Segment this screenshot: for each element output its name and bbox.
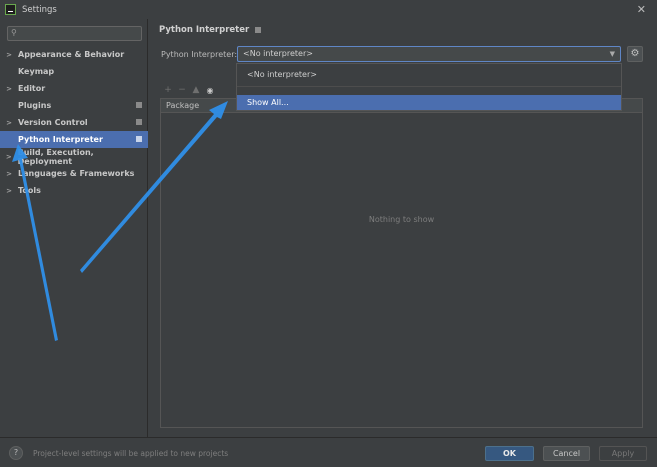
settings-sidebar: ⚲ > Appearance & Behavior Keymap > Edito… (0, 19, 148, 437)
minus-icon[interactable]: − (175, 85, 189, 95)
chevron-right-icon[interactable]: > (0, 170, 18, 178)
chevron-right-icon[interactable]: > (0, 51, 18, 59)
project-settings-icon (255, 27, 262, 33)
interpreter-settings-button[interactable]: ⚙ (627, 46, 643, 62)
sidebar-item-label: Languages & Frameworks (18, 169, 135, 178)
sidebar-item-build-execution-deployment[interactable]: > Build, Execution, Deployment (0, 147, 148, 166)
sidebar-item-keymap[interactable]: Keymap (0, 63, 148, 80)
sidebar-item-label: Keymap (18, 67, 55, 76)
interpreter-select[interactable]: <No interpreter> ▼ (237, 46, 621, 62)
chevron-right-icon[interactable]: > (0, 153, 18, 161)
sidebar-item-label: Plugins (18, 101, 52, 110)
window-title: Settings (22, 4, 57, 15)
plus-icon[interactable]: + (161, 85, 175, 95)
page-title: Python Interpreter (159, 25, 262, 35)
dropdown-option-no-interpreter[interactable]: <No interpreter> (237, 67, 621, 82)
eye-icon[interactable]: ◉ (203, 86, 217, 95)
interpreter-select-value: <No interpreter> (243, 49, 313, 58)
chevron-right-icon[interactable]: > (0, 85, 18, 93)
project-settings-icon (136, 136, 142, 142)
sidebar-item-label: Python Interpreter (18, 135, 103, 144)
settings-search-input[interactable] (22, 27, 140, 40)
app-logo-icon (5, 4, 16, 15)
sidebar-item-languages-frameworks[interactable]: > Languages & Frameworks (0, 165, 148, 182)
sidebar-item-label: Appearance & Behavior (18, 50, 125, 59)
project-settings-icon (136, 102, 142, 108)
dropdown-option-show-all[interactable]: Show All... (237, 95, 621, 110)
cancel-button[interactable]: Cancel (543, 446, 590, 461)
sidebar-item-editor[interactable]: > Editor (0, 80, 148, 97)
sidebar-item-tools[interactable]: > Tools (0, 182, 148, 199)
sidebar-item-label: Build, Execution, Deployment (17, 147, 94, 166)
sidebar-item-appearance-behavior[interactable]: > Appearance & Behavior (0, 46, 148, 63)
ok-button[interactable]: OK (485, 446, 534, 461)
sidebar-item-label: Editor (18, 84, 46, 93)
dropdown-divider (237, 86, 621, 87)
footer-hint: Project-level settings will be applied t… (33, 449, 229, 458)
apply-button[interactable]: Apply (599, 446, 647, 461)
close-icon[interactable]: ✕ (637, 3, 646, 16)
dropdown-arrow-icon[interactable]: ▼ (610, 47, 615, 61)
sidebar-item-version-control[interactable]: > Version Control (0, 114, 148, 131)
search-icon: ⚲ (11, 28, 17, 37)
sidebar-item-plugins[interactable]: Plugins (0, 97, 148, 114)
chevron-right-icon[interactable]: > (0, 187, 18, 195)
dialog-footer: ? Project-level settings will be applied… (0, 437, 657, 467)
sidebar-item-label: Version Control (18, 118, 88, 127)
interpreter-label: Python Interpreter: (161, 50, 238, 59)
page-title-text: Python Interpreter (159, 25, 250, 35)
empty-state-text: Nothing to show (368, 215, 435, 224)
help-icon: ? (13, 448, 19, 457)
title-bar: Settings ✕ (0, 0, 657, 19)
settings-nav: > Appearance & Behavior Keymap > Editor … (0, 46, 148, 199)
gear-icon: ⚙ (630, 48, 640, 59)
up-arrow-icon[interactable]: ▲ (189, 85, 203, 95)
package-table: Package Nothing to show (160, 98, 643, 428)
sidebar-item-label: Tools (18, 186, 41, 195)
help-button[interactable]: ? (9, 446, 23, 460)
sidebar-item-python-interpreter[interactable]: Python Interpreter (0, 131, 148, 148)
project-settings-icon (136, 119, 142, 125)
interpreter-dropdown-list: <No interpreter> Show All... (236, 63, 622, 111)
chevron-right-icon[interactable]: > (0, 119, 18, 127)
settings-search-box[interactable]: ⚲ (7, 26, 142, 41)
